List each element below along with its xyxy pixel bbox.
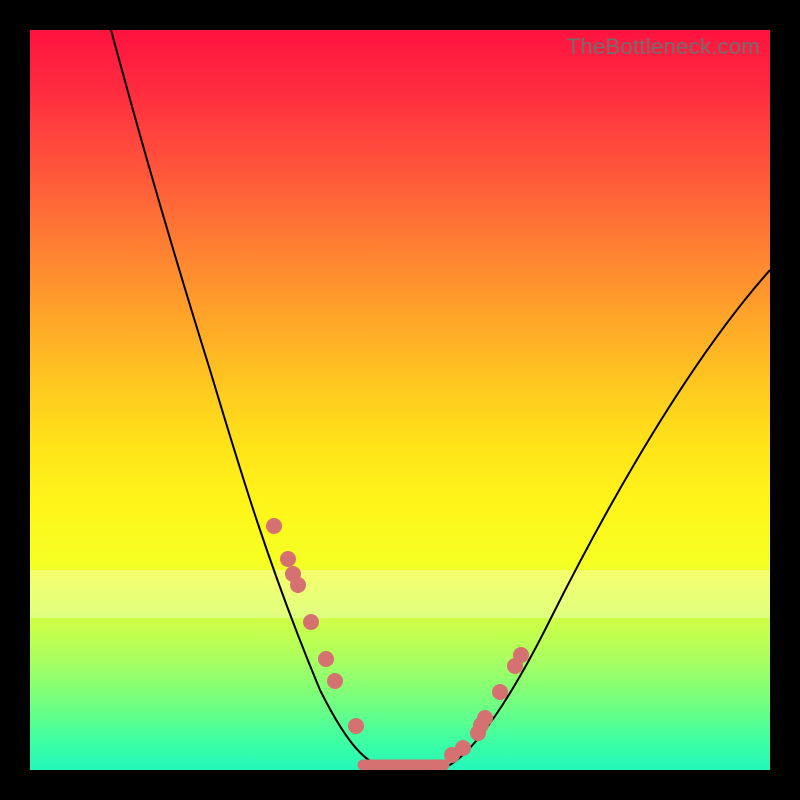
chart-svg — [30, 30, 770, 770]
plot-area: TheBottleneck.com — [30, 30, 770, 770]
marker-dot — [455, 740, 471, 756]
bottleneck-curve — [111, 30, 770, 770]
marker-dot — [513, 647, 529, 663]
marker-dot — [492, 684, 508, 700]
marker-dot — [318, 651, 334, 667]
marker-dot — [348, 718, 364, 734]
marker-dot — [477, 710, 493, 726]
marker-dot — [290, 577, 306, 593]
marker-dot — [303, 614, 319, 630]
marker-dot — [280, 551, 296, 567]
marker-dot — [266, 518, 282, 534]
marker-group — [266, 518, 529, 763]
chart-frame: TheBottleneck.com — [0, 0, 800, 800]
marker-dot — [327, 673, 343, 689]
